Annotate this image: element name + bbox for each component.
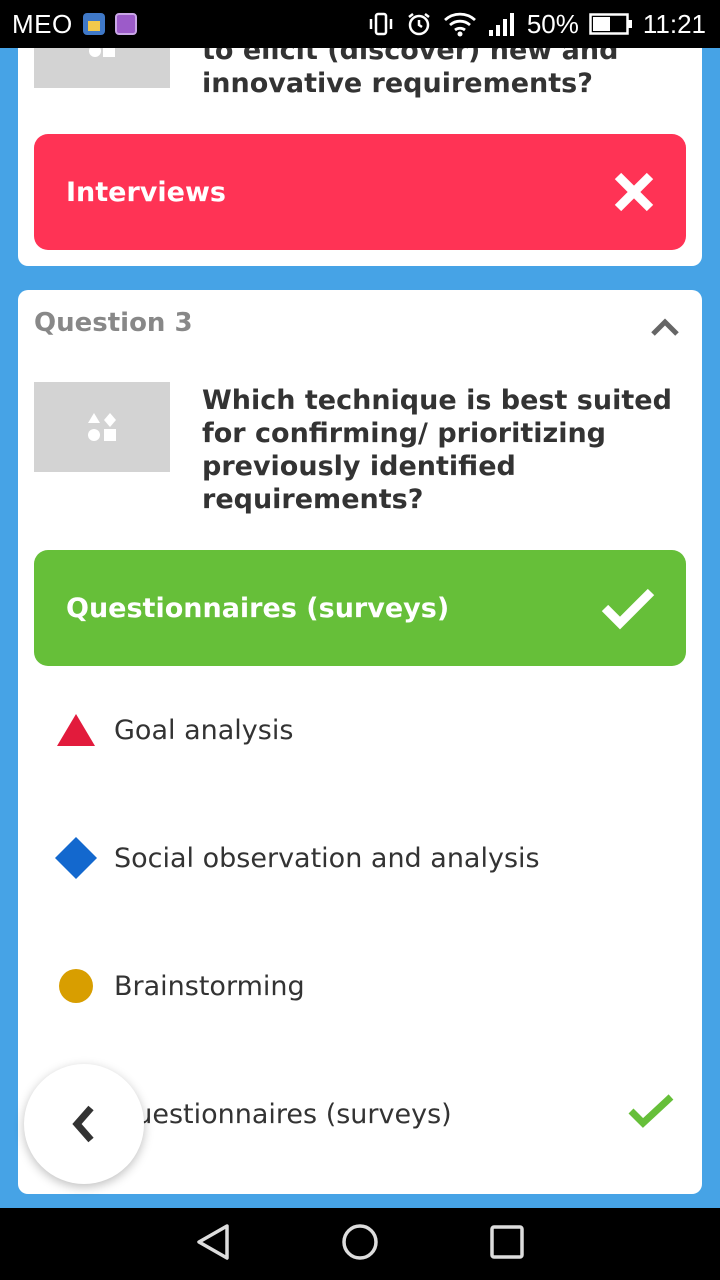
back-button[interactable]: [24, 1064, 144, 1184]
answer-label: Questionnaires (surveys): [66, 592, 450, 624]
checkmark-icon: [601, 588, 655, 630]
nav-back-icon[interactable]: [195, 1222, 231, 1266]
diamond-icon: [54, 836, 98, 880]
status-bar: MEO 50% 11:21: [0, 0, 720, 48]
battery-icon: [589, 12, 633, 36]
battery-percent: 50%: [526, 8, 579, 39]
option-label: Questionnaires (surveys): [114, 1098, 452, 1130]
vibrate-icon: [367, 10, 395, 38]
wifi-icon: [443, 10, 477, 38]
question-text: Which technique is best suited for confi…: [202, 385, 672, 515]
option-label: Goal analysis: [114, 714, 294, 746]
shapes-icon: [88, 413, 116, 441]
correct-checkmark-icon: [628, 1093, 674, 1136]
option-brainstorming[interactable]: Brainstorming: [54, 956, 674, 1016]
nav-recents-icon[interactable]: [489, 1224, 525, 1264]
answer-label: Interviews: [66, 176, 226, 208]
option-goal-analysis[interactable]: Goal analysis: [54, 700, 674, 760]
option-questionnaires[interactable]: Questionnaires (surveys): [54, 1084, 674, 1144]
question-number: Question 3: [34, 308, 193, 338]
triangle-icon: [54, 708, 98, 752]
chevron-left-icon: [72, 1105, 94, 1143]
chevron-up-icon[interactable]: [650, 316, 680, 342]
app-notification-icon: [82, 13, 105, 35]
option-label: Social observation and analysis: [114, 842, 540, 874]
nav-home-icon[interactable]: [340, 1222, 380, 1266]
option-social-observation[interactable]: Social observation and analysis: [54, 828, 674, 888]
gallery-notification-icon: [114, 13, 137, 35]
wrong-answer-bar[interactable]: Interviews: [34, 134, 686, 250]
status-left: MEO: [12, 9, 137, 40]
close-icon: [614, 172, 654, 212]
question-card: Question 3 Which technique is best suite…: [18, 290, 702, 1194]
carrier-label: MEO: [12, 8, 73, 39]
signal-icon: [487, 10, 517, 38]
navigation-bar: [0, 1208, 720, 1280]
alarm-icon: [405, 10, 433, 38]
status-right: 50% 11:21: [367, 9, 706, 40]
previous-question-card: to elicit (discover) new and innovative …: [18, 0, 702, 266]
circle-icon: [54, 964, 98, 1008]
correct-answer-bar[interactable]: Questionnaires (surveys): [34, 550, 686, 666]
option-label: Brainstorming: [114, 970, 305, 1002]
clock: 11:21: [642, 8, 706, 39]
question-image-placeholder: [34, 382, 170, 472]
